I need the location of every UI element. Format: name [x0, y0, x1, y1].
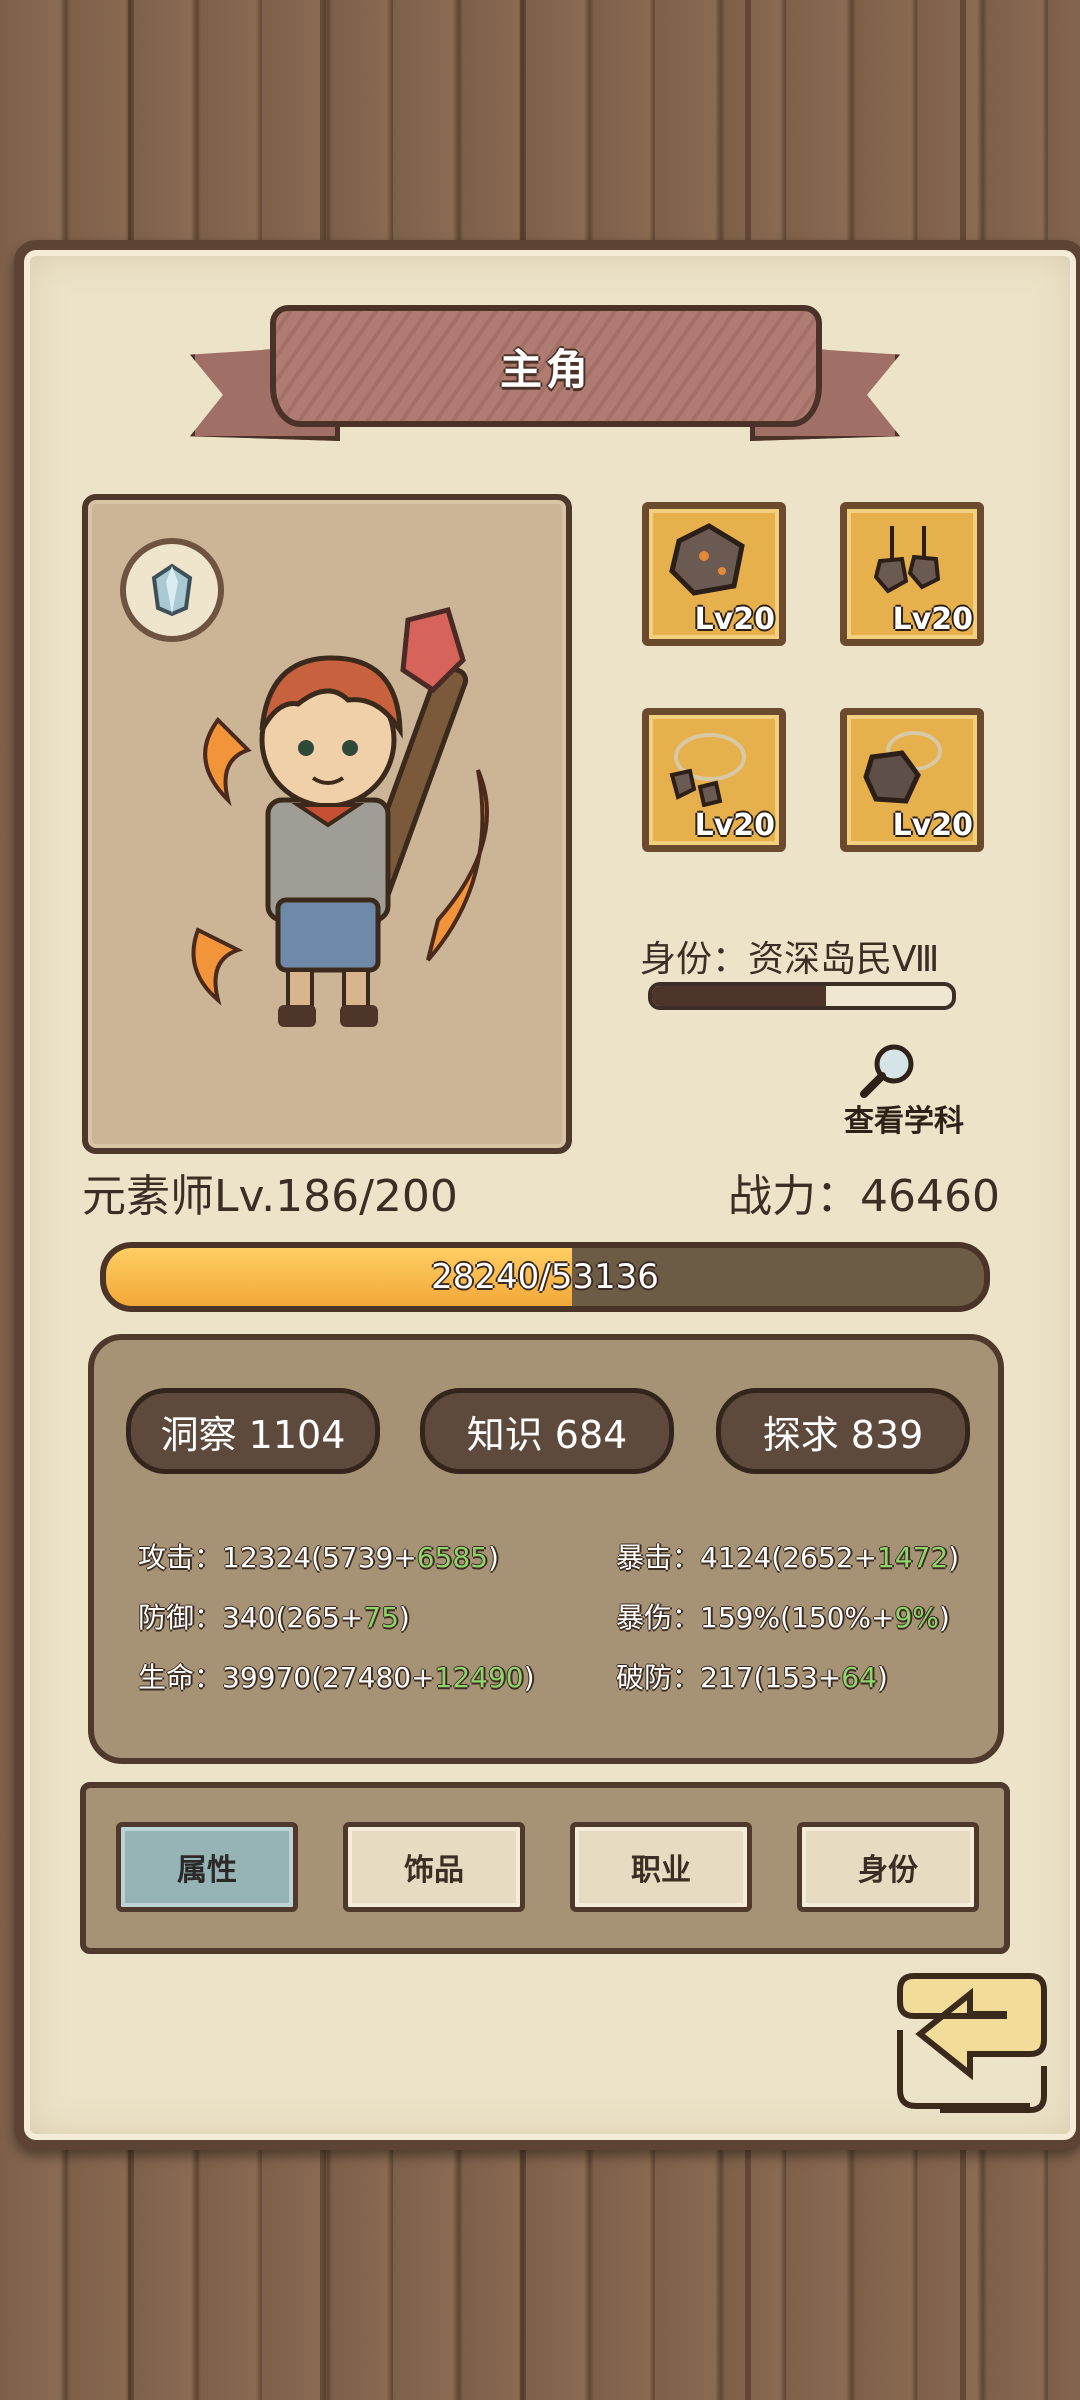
character-sprite: [191, 606, 489, 1027]
stat-end: ): [487, 1541, 499, 1574]
experience-text: 28240/53136: [431, 1257, 659, 1297]
equipment-slot-1[interactable]: Lv20: [642, 502, 786, 646]
equipment-level: Lv20: [892, 602, 973, 637]
equipment-slot-2[interactable]: Lv20: [840, 502, 984, 646]
stat-attack: 攻击：12324(5739+6585): [138, 1536, 499, 1576]
stat-hp: 生命：39970(27480+12490): [138, 1656, 535, 1696]
view-subject-button[interactable]: 查看学科: [834, 1040, 974, 1140]
tab-identity[interactable]: 身份: [797, 1822, 979, 1912]
stat-end: ): [938, 1601, 950, 1634]
equipment-level: Lv20: [694, 602, 775, 637]
stat-base: 暴伤：159%(150%+: [616, 1601, 895, 1634]
equipment-level: Lv20: [694, 808, 775, 843]
combat-power: 战力：46460: [728, 1171, 1000, 1222]
character-portrait[interactable]: [82, 494, 572, 1154]
attribute-insight[interactable]: 洞察 1104: [126, 1388, 380, 1474]
stat-end: ): [948, 1541, 960, 1574]
stat-crit: 暴击：4124(2652+1472): [616, 1536, 959, 1576]
stat-bonus: 1472: [876, 1541, 949, 1574]
stat-base: 防御：340(265+: [138, 1601, 364, 1634]
tab-profession[interactable]: 职业: [570, 1822, 752, 1912]
tab-attributes[interactable]: 属性: [116, 1822, 298, 1912]
magnifier-icon: [860, 1044, 914, 1098]
rock-ore-icon: [669, 523, 745, 596]
stat-defense: 防御：340(265+75): [138, 1596, 410, 1636]
class-level: 元素师Lv.186/200: [82, 1171, 458, 1222]
stat-end: ): [876, 1661, 888, 1694]
tab-accessories[interactable]: 饰品: [343, 1822, 525, 1912]
stat-end: ): [523, 1661, 535, 1694]
equipment-slot-4[interactable]: Lv20: [840, 708, 984, 852]
attribute-explore[interactable]: 探求 839: [716, 1388, 970, 1474]
stat-armor-break: 破防：217(153+64): [616, 1656, 888, 1696]
stat-base: 破防：217(153+: [616, 1661, 842, 1694]
rock-pendant-icon: [863, 731, 942, 804]
equipment-level: Lv20: [892, 808, 973, 843]
stat-bonus: 75: [363, 1601, 399, 1634]
earring-icon: [873, 526, 941, 594]
stat-end: ): [398, 1601, 410, 1634]
identity-progress-bar: [648, 982, 956, 1010]
identity-progress-fill: [652, 986, 826, 1006]
stat-bonus: 6585: [416, 1541, 488, 1574]
stat-base: 暴击：4124(2652+: [616, 1541, 877, 1574]
back-button[interactable]: [880, 1970, 1050, 2120]
stone-bracelet-icon: [669, 733, 746, 807]
stat-crit-damage: 暴伤：159%(150%+9%): [616, 1596, 950, 1636]
equipment-slot-3[interactable]: Lv20: [642, 708, 786, 852]
stat-bonus: 64: [841, 1661, 877, 1694]
view-subject-label: 查看学科: [844, 1104, 964, 1139]
experience-bar: 28240/53136: [100, 1242, 990, 1312]
page-title: 主角: [499, 344, 592, 394]
identity-label: 身份：资深岛民Ⅷ: [640, 939, 940, 980]
stat-bonus: 12490: [434, 1661, 524, 1694]
stats-panel: 洞察 1104 知识 684 探求 839 攻击：12324(5739+6585…: [88, 1334, 1004, 1764]
return-arrow-icon: [897, 1973, 1047, 2113]
tab-bar: 属性 饰品 职业 身份: [80, 1782, 1010, 1954]
attribute-knowledge[interactable]: 知识 684: [420, 1388, 674, 1474]
stat-base: 生命：39970(27480+: [138, 1661, 435, 1694]
stat-base: 攻击：12324(5739+: [138, 1541, 417, 1574]
stat-bonus: 9%: [894, 1601, 939, 1634]
title-ribbon: 主角: [270, 305, 822, 427]
